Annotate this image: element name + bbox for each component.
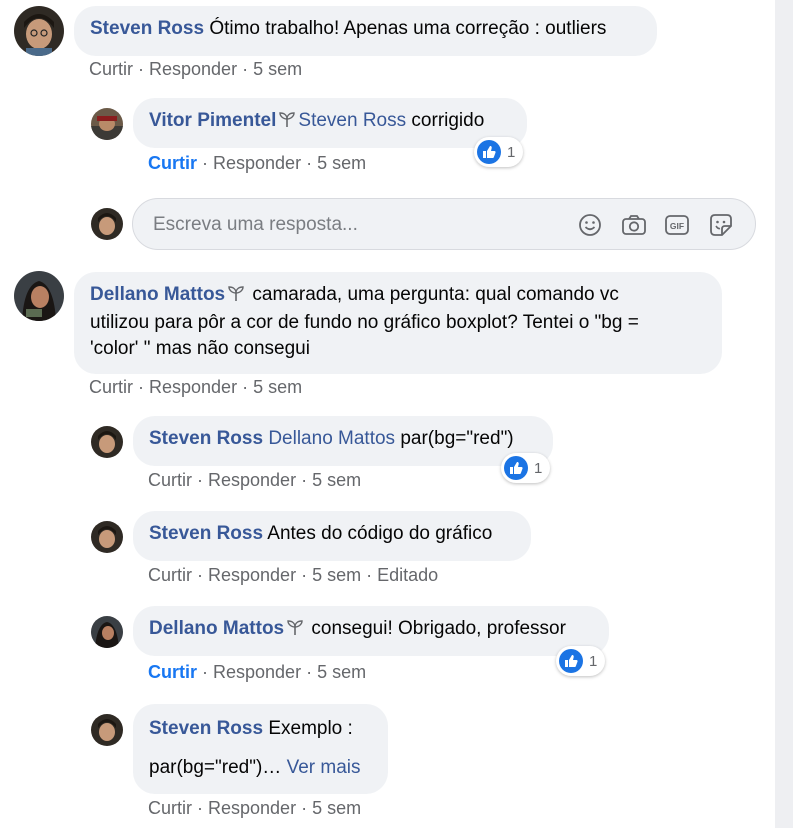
reaction-number: 1 [589, 652, 598, 670]
reply-button[interactable]: Responder [208, 565, 296, 585]
reply-input[interactable] [151, 211, 555, 239]
reaction-number: 1 [507, 143, 516, 161]
reply-button[interactable]: Responder [149, 377, 237, 397]
reply-button[interactable]: Responder [208, 798, 296, 818]
comment-actions: Curtir · Responder · 5 sem [89, 377, 303, 397]
comment-text: Antes do código do gráfico [267, 523, 493, 544]
author-name[interactable]: Steven Ross [90, 18, 204, 39]
gif-icon[interactable]: GIF [663, 211, 691, 239]
author-name[interactable]: Steven Ross [149, 428, 263, 449]
reply-actions: Curtir · Responder · 5 sem [148, 662, 367, 682]
timestamp[interactable]: 5 sem [253, 377, 302, 397]
reaction-count[interactable]: 1 [501, 453, 551, 483]
like-button[interactable]: Curtir [148, 798, 192, 818]
reply-actions: Curtir · Responder · 5 sem [148, 798, 362, 818]
reply-actions: Curtir · Responder · 5 sem [148, 470, 362, 490]
comment-text: par(bg="red") [400, 428, 514, 449]
like-button[interactable]: Curtir [148, 662, 197, 682]
scrollbar-track[interactable] [775, 0, 793, 828]
reaction-number: 1 [534, 459, 543, 477]
avatar-current-user[interactable] [91, 208, 123, 240]
emoji-icon[interactable] [576, 211, 604, 239]
comment-bubble: Steven Ross Ótimo trabalho! Apenas uma c… [74, 6, 657, 56]
comment-text: corrigido [411, 110, 485, 131]
author-name[interactable]: Dellano Mattos [149, 618, 284, 639]
reaction-count[interactable]: 1 [474, 137, 524, 167]
sprout-icon [286, 618, 304, 644]
reply-bubble: Steven Ross Exemplo : par(bg="red")… Ver… [133, 704, 388, 794]
author-name[interactable]: Steven Ross [149, 718, 263, 739]
timestamp[interactable]: 5 sem [312, 798, 361, 818]
like-button[interactable]: Curtir [148, 153, 197, 173]
reply-button[interactable]: Responder [213, 153, 301, 173]
svg-text:GIF: GIF [670, 221, 684, 231]
avatar-steven-ross[interactable] [91, 714, 123, 746]
comment-text-line2: par(bg="red")… [149, 757, 282, 778]
reply-bubble: Dellano Mattos consegui! Obrigado, profe… [133, 606, 609, 656]
reply-composer: GIF [132, 198, 756, 250]
avatar-dellano-mattos[interactable] [14, 271, 64, 321]
comment-text-line2: utilizou para pôr a cor de fundo no gráf… [90, 312, 639, 333]
like-reaction-icon [477, 140, 501, 164]
sticker-icon[interactable] [707, 211, 735, 239]
reply-actions: Curtir · Responder · 5 sem [148, 153, 367, 173]
avatar-vitor-pimentel[interactable] [91, 108, 123, 140]
author-name[interactable]: Dellano Mattos [90, 284, 225, 305]
timestamp[interactable]: 5 sem [253, 59, 302, 79]
author-name[interactable]: Vitor Pimentel [149, 110, 276, 131]
comment-text: consegui! Obrigado, professor [311, 618, 566, 639]
comment-text: Ótimo trabalho! Apenas uma correção : ou… [209, 18, 607, 39]
sprout-icon [227, 284, 245, 310]
author-name[interactable]: Steven Ross [149, 523, 263, 544]
timestamp[interactable]: 5 sem [317, 153, 366, 173]
reply-button[interactable]: Responder [208, 470, 296, 490]
comment-text: Exemplo : [268, 718, 353, 739]
timestamp[interactable]: 5 sem [312, 470, 361, 490]
like-reaction-icon [559, 649, 583, 673]
sprout-icon [278, 110, 296, 136]
like-reaction-icon [504, 456, 528, 480]
comment-bubble: Dellano Mattos camarada, uma pergunta: q… [74, 272, 722, 374]
comment-actions: Curtir · Responder · 5 sem [89, 59, 303, 79]
avatar-steven-ross[interactable] [14, 6, 64, 56]
comment-text-line1: camarada, uma pergunta: qual comando vc [252, 284, 619, 305]
like-button[interactable]: Curtir [89, 377, 133, 397]
like-button[interactable]: Curtir [89, 59, 133, 79]
comment-text-line3: 'color' " mas não consegui [90, 338, 310, 359]
avatar-dellano-mattos[interactable] [91, 616, 123, 648]
reaction-count[interactable]: 1 [556, 646, 606, 676]
see-more-link[interactable]: Ver mais [287, 757, 361, 778]
reply-button[interactable]: Responder [213, 662, 301, 682]
edited-label[interactable]: Editado [377, 565, 438, 585]
reply-button[interactable]: Responder [149, 59, 237, 79]
reply-bubble: Vitor Pimentel Steven Ross corrigido [133, 98, 527, 148]
reply-bubble: Steven Ross Antes do código do gráfico [133, 511, 531, 561]
reply-bubble: Steven Ross Dellano Mattos par(bg="red") [133, 416, 553, 466]
like-button[interactable]: Curtir [148, 470, 192, 490]
like-button[interactable]: Curtir [148, 565, 192, 585]
mention-link[interactable]: Steven Ross [298, 110, 406, 131]
camera-icon[interactable] [620, 211, 648, 239]
timestamp[interactable]: 5 sem [312, 565, 361, 585]
avatar-steven-ross[interactable] [91, 521, 123, 553]
timestamp[interactable]: 5 sem [317, 662, 366, 682]
avatar-steven-ross[interactable] [91, 426, 123, 458]
mention-link[interactable]: Dellano Mattos [268, 428, 395, 449]
reply-actions: Curtir · Responder · 5 sem · Editado [148, 565, 439, 585]
